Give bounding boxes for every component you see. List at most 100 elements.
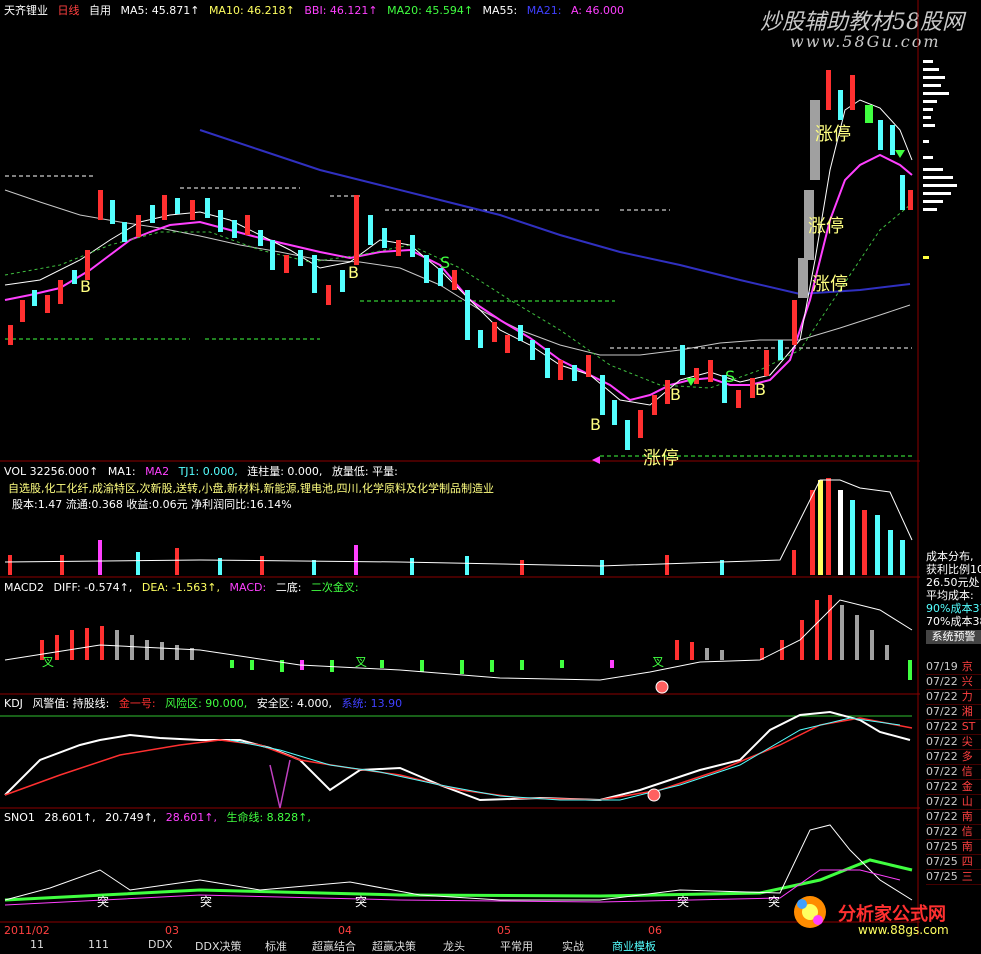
tab-6[interactable]: 超赢决策 [372,938,416,954]
macd-erdi: 二底: [275,581,302,594]
macd-name: MACD2 [4,581,44,594]
kdj-fengxian: 风险区: 90.000, [165,697,248,710]
alert-row[interactable]: 07/22 兴 [926,675,981,690]
breakout-label: 突 [768,894,780,909]
alert-stock: 南 [961,810,973,823]
tab-1[interactable]: 111 [88,938,109,951]
alert-row[interactable]: 07/25 四 [926,855,981,870]
limit-up-label: 涨停 [643,448,679,469]
sno1-v1: 28.601↑, [44,811,96,824]
alert-stock: 信 [961,765,973,778]
sno1-lines: 突 突 突 突 突 [4,824,913,909]
x-tick: 2011/02 [4,924,50,935]
alert-date: 07/22 [926,690,958,703]
alert-row[interactable]: 07/22 信 [926,765,981,780]
alert-date: 07/22 [926,780,958,793]
alert-date: 07/22 [926,795,958,808]
alert-date: 07/22 [926,705,958,718]
alert-row[interactable]: 07/22 多 [926,750,981,765]
alert-row[interactable]: 07/22 山 [926,795,981,810]
macd-diff: DIFF: -0.574↑, [53,581,133,594]
x-axis: 2011/02 03 04 05 06 [4,924,662,935]
tab-10[interactable]: 商业模板 [612,938,656,954]
vol-ma1: MA1: [107,465,136,478]
alert-row[interactable]: 07/22 尖 [926,735,981,750]
macd-histogram: 叉 叉 叉 [4,595,913,694]
alert-row[interactable]: 07/22 ST [926,720,981,735]
alert-date: 07/19 [926,660,958,673]
breakout-label: 突 [200,894,212,909]
tab-0[interactable]: 11 [30,938,44,951]
kdj-name: KDJ [4,697,23,710]
alert-date: 07/22 [926,720,958,733]
avg-cost: 平均成本: [926,589,974,602]
alert-row[interactable]: 07/22 金 [926,780,981,795]
alert-stock: 南 [961,840,973,853]
alert-stock: 力 [961,690,973,703]
sell-signal: S [440,253,450,272]
alert-stock: 信 [961,825,973,838]
sno1-header: SNO1 28.601↑, 20.749↑, 28.601↑, 生命线: 8.8… [4,811,317,824]
limit-up-label: 涨停 [808,216,844,237]
alert-date: 07/22 [926,810,958,823]
alert-date: 07/22 [926,675,958,688]
tab-5[interactable]: 超赢结合 [312,938,356,954]
sno1-life: 生命线: 8.828↑, [226,811,311,824]
kdj-jinyihao: 金一号: [118,697,156,710]
alert-date: 07/22 [926,765,958,778]
cross-label: 叉 [355,655,367,669]
alert-stock: 京 [961,660,973,673]
alert-date: 07/22 [926,825,958,838]
alert-row[interactable]: 07/22 南 [926,810,981,825]
sno1-v3: 28.601↑, [165,811,217,824]
tab-4[interactable]: 标准 [265,938,287,954]
tab-7[interactable]: 龙头 [443,938,465,954]
alert-date: 07/22 [926,735,958,748]
vol-value: VOL 32256.000↑ [4,465,99,478]
vol-tj1: TJ1: 0.000, [178,465,238,478]
tab-3[interactable]: DDX决策 [195,938,241,954]
kdj-anquan: 安全区: 4.000, [256,697,332,710]
breakout-label: 突 [677,894,689,909]
breakout-label: 突 [97,894,109,909]
alert-date: 07/25 [926,840,958,853]
limit-up-label: 涨停 [812,274,848,295]
alert-date: 07/22 [926,750,958,763]
profit-ratio: 获利比例10 [926,563,981,576]
tab-2[interactable]: DDX [148,938,172,951]
sell-signal: S [725,367,735,386]
cost-title: 成本分布, [926,550,974,563]
alert-row[interactable]: 07/22 信 [926,825,981,840]
alert-date: 07/25 [926,855,958,868]
alert-row[interactable]: 07/25 三 [926,870,981,885]
alert-date: 07/25 [926,870,958,883]
x-tick: 04 [338,924,352,935]
alert-stock: 兴 [961,675,973,688]
buy-signal: B [590,415,601,434]
sno1-v2: 20.749↑, [105,811,157,824]
vol-fangliang: 放量低: 平量: [331,465,398,478]
cost-panel: 成本分布, 获利比例10 26.50元处 平均成本: 90%成本37 70%成本… [926,550,981,628]
ma-pink [4,153,913,402]
cross-label: 叉 [42,655,54,669]
alert-stock: 山 [961,795,973,808]
tab-8[interactable]: 平常用 [500,938,533,954]
alert-row[interactable]: 07/19 京 [926,660,981,675]
alert-row[interactable]: 07/22 湘 [926,705,981,720]
vol-lianzhu: 连柱量: 0.000, [247,465,323,478]
tab-9[interactable]: 实战 [562,938,584,954]
arrow-left-icon [592,456,600,464]
support-lines [5,175,912,457]
macd-erci: 二次金叉: [310,581,359,594]
candles [8,70,913,450]
buy-signal: B [80,277,91,296]
cost-distribution [923,60,957,259]
alert-row[interactable]: 07/25 南 [926,840,981,855]
tab-system-alert[interactable]: 系统预警 [926,630,981,644]
alert-row[interactable]: 07/22 力 [926,690,981,705]
logo-icon [790,892,830,932]
alert-stock: 多 [961,750,973,763]
kdj-last: 系统: 13.90 [341,697,403,710]
limit-up-label: 涨停 [815,124,851,145]
concept-list: 自选股,化工化纤,成渝特区,次新股,送转,小盘,新材料,新能源,锂电池,四川,化… [8,482,494,495]
